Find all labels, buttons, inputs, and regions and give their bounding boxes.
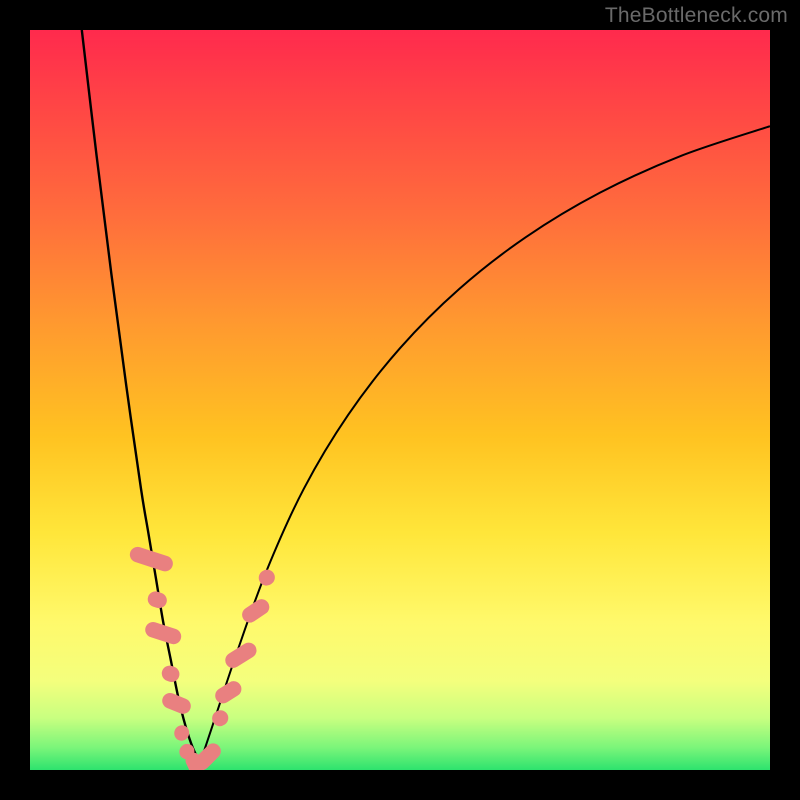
watermark-text: TheBottleneck.com — [605, 4, 788, 28]
curve-right-branch — [200, 126, 770, 762]
chart-plot-area — [30, 30, 770, 770]
data-marker — [256, 567, 278, 589]
chart-frame: TheBottleneck.com — [0, 0, 800, 800]
curve-group — [82, 30, 770, 763]
data-marker — [222, 640, 259, 671]
curve-left-branch — [82, 30, 200, 763]
marker-group — [128, 545, 278, 770]
chart-svg — [30, 30, 770, 770]
data-marker — [212, 678, 244, 706]
data-marker — [160, 663, 182, 684]
data-marker — [146, 589, 169, 610]
